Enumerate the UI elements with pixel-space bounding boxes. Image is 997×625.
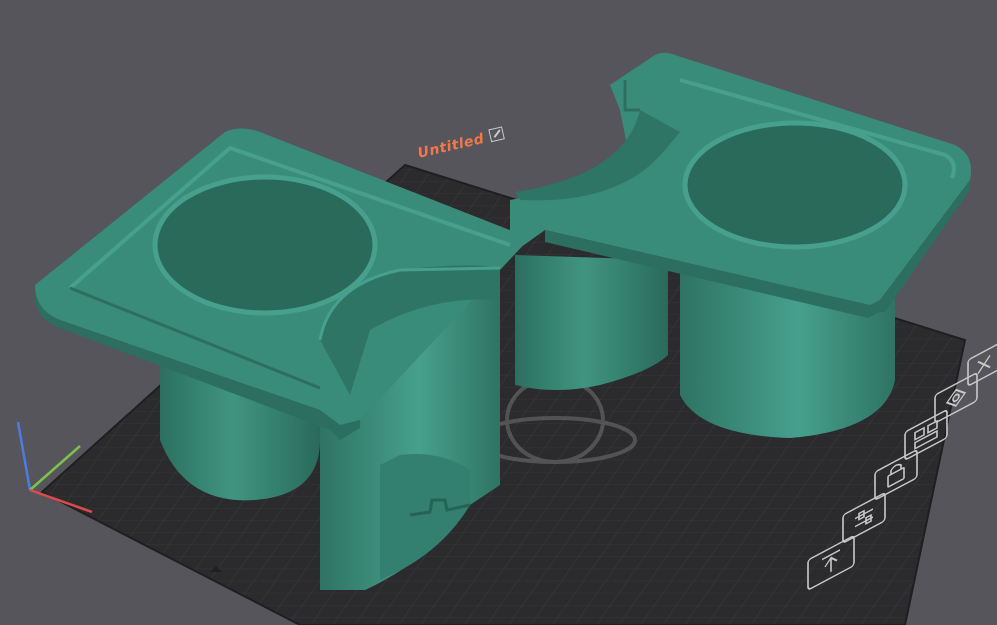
edit-icon[interactable] bbox=[488, 126, 505, 143]
close-plate-button[interactable] bbox=[967, 343, 997, 386]
3d-viewport[interactable] bbox=[0, 0, 997, 625]
close-icon bbox=[977, 355, 991, 374]
